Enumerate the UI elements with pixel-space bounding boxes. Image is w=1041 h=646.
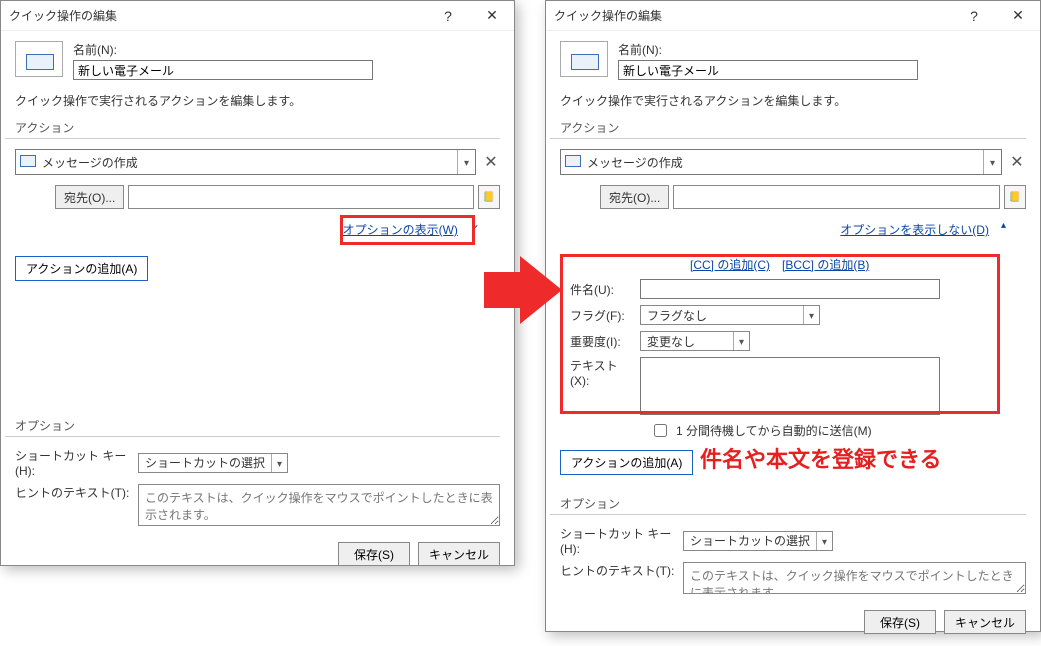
text-label: テキスト(X): (570, 357, 630, 388)
chevron-down-icon (990, 155, 995, 169)
shortcut-label: ショートカット キー(H): (15, 447, 130, 478)
chevron-down-icon (809, 308, 814, 322)
chevron-down-icon: ⌄ (470, 217, 480, 242)
divider (5, 436, 500, 437)
name-label: 名前(N): (618, 41, 1026, 58)
action-type-select[interactable]: メッセージの作成 (560, 149, 1002, 175)
flag-value: フラグなし (641, 307, 713, 324)
options-group-label: オプション (15, 417, 500, 434)
divider (5, 138, 500, 139)
to-button[interactable]: 宛先(O)... (55, 185, 124, 209)
chevron-up-icon (1001, 217, 1006, 242)
chevron-down-icon (739, 334, 744, 348)
titlebar: クイック操作の編集 ? ✕ (1, 1, 514, 31)
remove-action-button[interactable]: ✕ (1008, 152, 1026, 172)
to-input[interactable] (673, 185, 1000, 209)
auto-send-label: 1 分間待機してから自動的に送信(M) (676, 422, 872, 439)
to-input[interactable] (128, 185, 474, 209)
text-textarea[interactable] (640, 357, 940, 415)
close-button[interactable]: ✕ (470, 1, 514, 31)
hide-options-link[interactable]: オプションを表示しない(D) (834, 217, 995, 242)
dialog-title: クイック操作の編集 (9, 7, 426, 24)
flag-select[interactable]: フラグなし (640, 305, 820, 325)
cancel-button[interactable]: キャンセル (418, 542, 500, 566)
hint-label: ヒントのテキスト(T): (15, 484, 130, 501)
add-cc-link[interactable]: [CC] の追加(C) (690, 256, 770, 273)
chevron-down-icon (822, 534, 827, 548)
subject-label: 件名(U): (570, 281, 630, 298)
mail-glyph-icon (20, 155, 36, 170)
name-input[interactable] (618, 60, 918, 80)
addressbook-icon[interactable]: 📒 (1004, 185, 1026, 209)
divider (550, 138, 1026, 139)
shortcut-select[interactable]: ショートカットの選択 (683, 531, 833, 551)
action-type-value: メッセージの作成 (42, 154, 138, 171)
mail-icon (560, 41, 608, 77)
annotation-text: 件名や本文を登録できる (700, 442, 942, 474)
action-type-select[interactable]: メッセージの作成 (15, 149, 476, 175)
name-label: 名前(N): (73, 41, 500, 58)
save-button[interactable]: 保存(S) (864, 610, 936, 634)
mail-icon (15, 41, 63, 77)
actions-group-label: アクション (560, 119, 1026, 136)
subject-input[interactable] (640, 279, 940, 299)
hint-textarea[interactable] (138, 484, 500, 526)
add-action-button[interactable]: アクションの追加(A) (15, 256, 148, 281)
importance-value: 変更なし (641, 333, 701, 350)
edit-quickstep-dialog-right: クイック操作の編集 ? ✕ 名前(N): クイック操作で実行されるアクションを編… (545, 0, 1041, 632)
options-group-label: オプション (560, 495, 1026, 512)
description-text: クイック操作で実行されるアクションを編集します。 (15, 92, 500, 109)
add-bcc-link[interactable]: [BCC] の追加(B) (782, 256, 869, 273)
remove-action-button[interactable]: ✕ (482, 152, 500, 172)
edit-quickstep-dialog-left: クイック操作の編集 ? ✕ 名前(N): クイック操作で実行されるアクションを編… (0, 0, 515, 566)
name-input[interactable] (73, 60, 373, 80)
hint-textarea[interactable] (683, 562, 1026, 594)
shortcut-value: ショートカットの選択 (684, 532, 816, 549)
flag-label: フラグ(F): (570, 307, 630, 324)
show-options-link[interactable]: オプションの表示(W) (337, 217, 464, 242)
hint-label: ヒントのテキスト(T): (560, 562, 675, 579)
actions-group-label: アクション (15, 119, 500, 136)
description-text: クイック操作で実行されるアクションを編集します。 (560, 92, 1026, 109)
shortcut-label: ショートカット キー(H): (560, 525, 675, 556)
shortcut-select[interactable]: ショートカットの選択 (138, 453, 288, 473)
chevron-down-icon (464, 155, 469, 169)
dialog-title: クイック操作の編集 (554, 7, 952, 24)
auto-send-checkbox[interactable] (654, 424, 667, 437)
chevron-down-icon (277, 456, 282, 470)
cancel-button[interactable]: キャンセル (944, 610, 1026, 634)
action-type-value: メッセージの作成 (587, 154, 683, 171)
addressbook-icon[interactable]: 📒 (478, 185, 500, 209)
to-button[interactable]: 宛先(O)... (600, 185, 669, 209)
help-button[interactable]: ? (952, 1, 996, 31)
importance-select[interactable]: 変更なし (640, 331, 750, 351)
help-button[interactable]: ? (426, 1, 470, 31)
close-button[interactable]: ✕ (996, 1, 1040, 31)
shortcut-value: ショートカットの選択 (139, 454, 271, 471)
add-action-button[interactable]: アクションの追加(A) (560, 450, 693, 475)
titlebar: クイック操作の編集 ? ✕ (546, 1, 1040, 31)
divider (550, 514, 1026, 515)
mail-glyph-icon (565, 155, 581, 170)
importance-label: 重要度(I): (570, 333, 630, 350)
save-button[interactable]: 保存(S) (338, 542, 410, 566)
